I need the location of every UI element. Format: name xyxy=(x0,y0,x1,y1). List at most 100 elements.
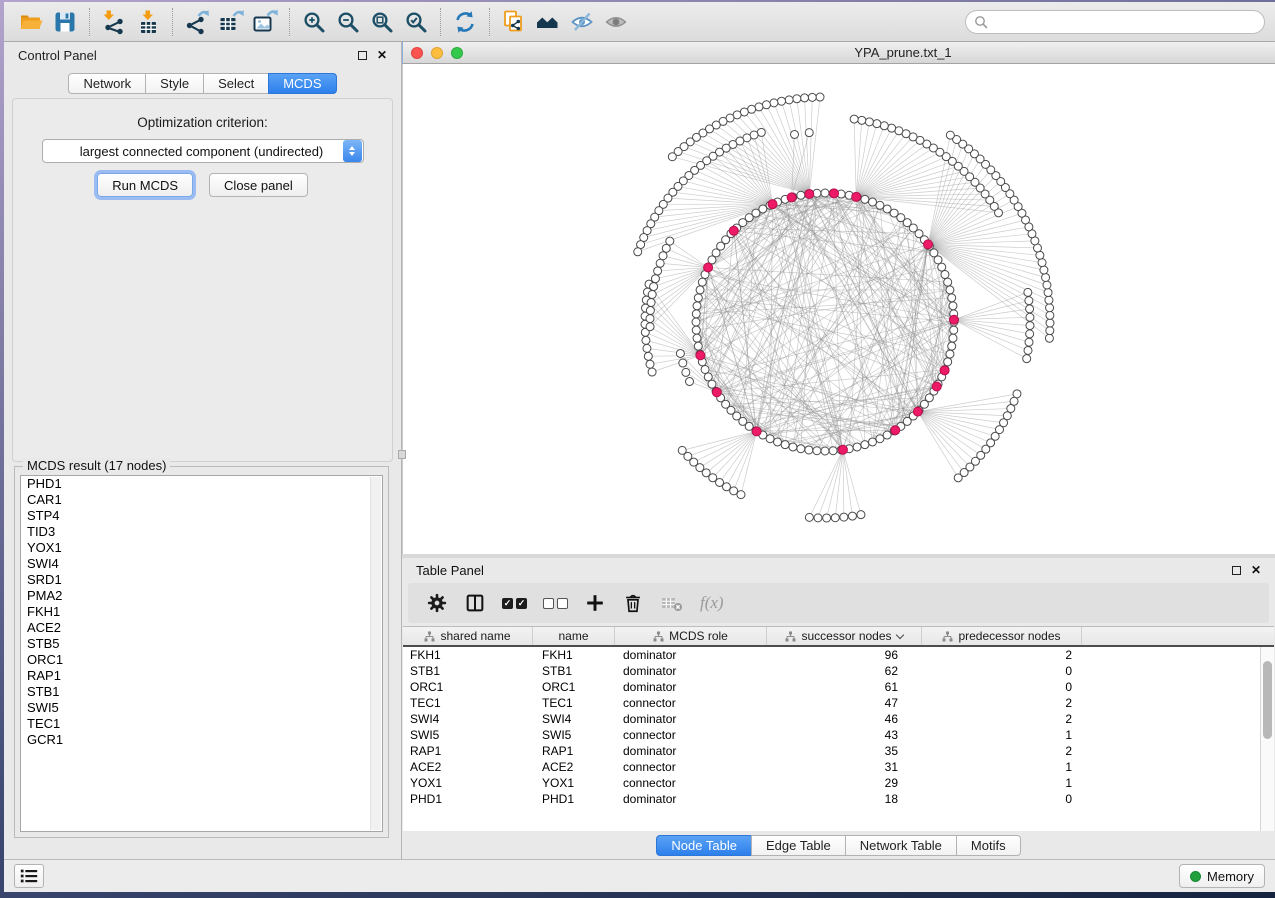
sort-descending-icon xyxy=(895,630,903,638)
import-table-icon[interactable] xyxy=(131,6,165,38)
column-header-filler xyxy=(1082,627,1274,645)
panel-splitter-handle[interactable] xyxy=(398,450,406,459)
float-panel-icon[interactable] xyxy=(358,51,367,60)
network-view-window: YPA_prune.txt_1 xyxy=(402,42,1275,558)
table-row[interactable]: RAP1RAP1dominator352 xyxy=(403,743,1260,759)
mcds-result-item[interactable]: STB1 xyxy=(21,684,382,700)
export-table-icon[interactable] xyxy=(214,6,248,38)
criterion-selected-value: largest connected component (undirected) xyxy=(43,144,343,159)
network-window-titlebar: YPA_prune.txt_1 xyxy=(402,42,1275,64)
search-field[interactable] xyxy=(965,10,1265,34)
memory-button[interactable]: Memory xyxy=(1179,864,1265,888)
save-icon[interactable] xyxy=(48,6,82,38)
criterion-select[interactable]: largest connected component (undirected) xyxy=(42,139,364,163)
column-namespace-icon xyxy=(424,631,435,642)
run-mcds-button[interactable]: Run MCDS xyxy=(97,173,193,197)
mcds-result-item[interactable]: ACE2 xyxy=(21,620,382,636)
close-table-panel-icon[interactable]: ✕ xyxy=(1251,564,1261,576)
tab-node-table[interactable]: Node Table xyxy=(656,835,752,856)
mcds-result-item[interactable]: SWI4 xyxy=(21,556,382,572)
tab-motifs[interactable]: Motifs xyxy=(956,835,1021,856)
open-folder-icon[interactable] xyxy=(14,6,48,38)
show-hidden-icon[interactable] xyxy=(599,6,633,38)
import-network-icon[interactable] xyxy=(97,6,131,38)
mcds-result-item[interactable]: ORC1 xyxy=(21,652,382,668)
mcds-result-item[interactable]: SRD1 xyxy=(21,572,382,588)
search-icon xyxy=(974,15,988,29)
tab-network-table[interactable]: Network Table xyxy=(845,835,957,856)
zoom-out-icon[interactable] xyxy=(331,6,365,38)
select-all-icon[interactable]: ✓✓ xyxy=(502,598,527,609)
table-row[interactable]: SWI4SWI4dominator462 xyxy=(403,711,1260,727)
table-tabs: Node TableEdge TableNetwork TableMotifs xyxy=(402,831,1275,859)
function-builder-icon: f(x) xyxy=(700,593,724,613)
table-row[interactable]: STB1STB1dominator620 xyxy=(403,663,1260,679)
select-stepper-icon xyxy=(343,140,362,162)
task-history-button[interactable] xyxy=(14,864,44,888)
table-row[interactable]: SWI5SWI5connector431 xyxy=(403,727,1260,743)
mcds-result-title: MCDS result (17 nodes) xyxy=(23,458,170,473)
add-column-icon[interactable] xyxy=(584,592,606,614)
close-panel-icon[interactable]: ✕ xyxy=(377,49,387,61)
mcds-result-item[interactable]: STB5 xyxy=(21,636,382,652)
zoom-selected-icon[interactable] xyxy=(399,6,433,38)
control-panel: Control Panel ✕ NetworkStyleSelectMCDS O… xyxy=(4,42,402,859)
tab-edge-table[interactable]: Edge Table xyxy=(751,835,846,856)
mcds-result-item[interactable]: PHD1 xyxy=(21,476,382,492)
mcds-result-item[interactable]: PMA2 xyxy=(21,588,382,604)
table-row[interactable]: ORC1ORC1dominator610 xyxy=(403,679,1260,695)
first-neighbors-icon[interactable] xyxy=(531,6,565,38)
table-panel-header: Table Panel ✕ xyxy=(402,558,1275,582)
mcds-result-item[interactable]: FKH1 xyxy=(21,604,382,620)
table-row[interactable]: FKH1FKH1dominator962 xyxy=(403,647,1260,663)
export-network-icon[interactable] xyxy=(180,6,214,38)
table-row[interactable]: TEC1TEC1connector472 xyxy=(403,695,1260,711)
mcds-result-item[interactable]: STP4 xyxy=(21,508,382,524)
mcds-result-item[interactable]: TID3 xyxy=(21,524,382,540)
tab-select[interactable]: Select xyxy=(203,73,269,94)
table-row[interactable]: ACE2ACE2connector311 xyxy=(403,759,1260,775)
new-network-from-selection-icon[interactable] xyxy=(497,6,531,38)
table-scrollbar[interactable] xyxy=(1260,647,1274,831)
network-window-title: YPA_prune.txt_1 xyxy=(403,45,1275,60)
gear-icon[interactable] xyxy=(426,592,448,614)
mcds-result-groupbox: MCDS result (17 nodes) PHD1CAR1STP4TID3Y… xyxy=(14,466,389,838)
delete-column-icon[interactable] xyxy=(622,592,644,614)
network-canvas[interactable] xyxy=(402,64,1275,554)
hide-selected-icon[interactable] xyxy=(565,6,599,38)
column-header-shared-name[interactable]: shared name xyxy=(403,627,533,645)
table-row[interactable]: YOX1YOX1connector291 xyxy=(403,775,1260,791)
mcds-result-item[interactable]: TEC1 xyxy=(21,716,382,732)
task-list-icon xyxy=(19,866,39,886)
zoom-in-icon[interactable] xyxy=(297,6,331,38)
column-header-predecessor-nodes[interactable]: predecessor nodes xyxy=(922,627,1082,645)
mcds-result-item[interactable]: SWI5 xyxy=(21,700,382,716)
deselect-all-icon[interactable] xyxy=(543,598,568,609)
mcds-result-item[interactable]: CAR1 xyxy=(21,492,382,508)
network-graph xyxy=(403,64,1269,554)
mcds-result-item[interactable]: YOX1 xyxy=(21,540,382,556)
column-header-successor-nodes[interactable]: successor nodes xyxy=(767,627,922,645)
refresh-icon[interactable] xyxy=(448,6,482,38)
search-input[interactable] xyxy=(993,15,1256,29)
mcds-list-scrollbar[interactable] xyxy=(370,477,381,830)
table-row[interactable]: PHD1PHD1dominator180 xyxy=(403,791,1260,807)
memory-status-icon xyxy=(1190,871,1201,882)
optimization-criterion-label: Optimization criterion: xyxy=(13,115,392,130)
table-header-row: shared name name MCDS role successor nod… xyxy=(403,627,1274,647)
table-scrollbar-thumb[interactable] xyxy=(1263,661,1272,739)
column-header-name[interactable]: name xyxy=(533,627,615,645)
close-panel-button[interactable]: Close panel xyxy=(209,173,308,197)
mcds-result-item[interactable]: RAP1 xyxy=(21,668,382,684)
column-panel-icon[interactable] xyxy=(464,592,486,614)
status-bar: Memory xyxy=(4,859,1275,892)
mcds-result-item[interactable]: GCR1 xyxy=(21,732,382,748)
table-panel: Table Panel ✕ ✓✓ xyxy=(402,558,1275,859)
float-table-panel-icon[interactable] xyxy=(1232,566,1241,575)
tab-network[interactable]: Network xyxy=(68,73,146,94)
export-image-icon[interactable] xyxy=(248,6,282,38)
tab-mcds[interactable]: MCDS xyxy=(268,73,336,94)
column-header-mcds-role[interactable]: MCDS role xyxy=(615,627,767,645)
zoom-fit-icon[interactable] xyxy=(365,6,399,38)
tab-style[interactable]: Style xyxy=(145,73,204,94)
